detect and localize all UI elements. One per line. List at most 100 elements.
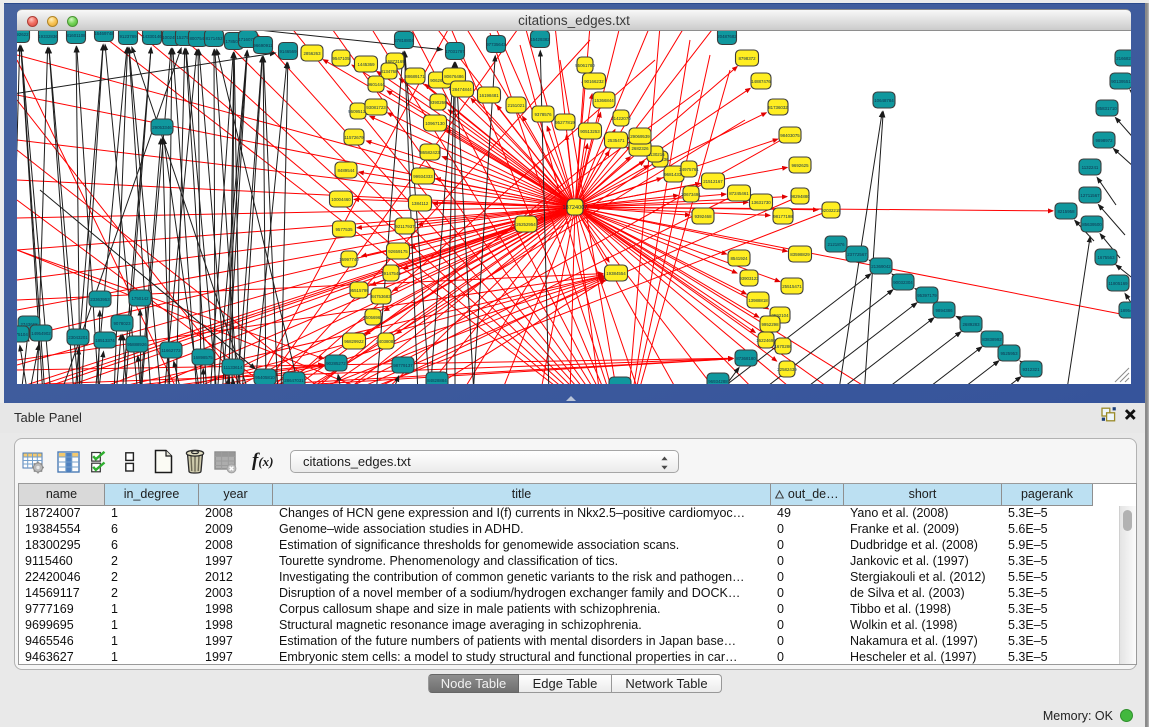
svg-text:9390266: 9390266 <box>429 100 447 105</box>
svg-text:1750142: 1750142 <box>131 296 149 301</box>
svg-text:1445369: 1445369 <box>357 62 375 67</box>
svg-text:16469748: 16469748 <box>94 31 114 36</box>
svg-text:22582439: 22582439 <box>777 367 797 372</box>
svg-text:21422070: 21422070 <box>611 116 631 121</box>
svg-text:16997740: 16997740 <box>339 257 359 262</box>
svg-text:13988818: 13988818 <box>748 298 768 303</box>
svg-text:9692625: 9692625 <box>791 163 809 168</box>
svg-text:23363953: 23363953 <box>90 297 110 302</box>
svg-text:10648784: 10648784 <box>874 98 894 103</box>
svg-text:15429382: 15429382 <box>530 37 550 42</box>
svg-text:9952298: 9952298 <box>761 322 779 327</box>
svg-text:2682326: 2682326 <box>631 146 649 151</box>
svg-text:95975104: 95975104 <box>17 332 28 337</box>
svg-text:85639500: 85639500 <box>1082 222 1102 227</box>
svg-text:99934333: 99934333 <box>413 174 433 179</box>
svg-text:86582423: 86582423 <box>420 150 440 155</box>
svg-text:95515799: 95515799 <box>349 288 369 293</box>
svg-text:80676486: 80676486 <box>444 74 464 79</box>
svg-text:13631730: 13631730 <box>751 200 771 205</box>
svg-text:92117937: 92117937 <box>395 224 415 229</box>
svg-text:14887476: 14887476 <box>751 79 771 84</box>
svg-text:14330146: 14330146 <box>142 34 162 39</box>
svg-text:17031797: 17031797 <box>445 49 465 54</box>
svg-text:19332836: 19332836 <box>38 34 58 39</box>
svg-text:9894386: 9894386 <box>935 308 953 313</box>
svg-text:9392468: 9392468 <box>694 214 712 219</box>
svg-text:18513374: 18513374 <box>95 338 115 343</box>
svg-text:93081723: 93081723 <box>366 105 386 110</box>
svg-text:83838992: 83838992 <box>982 337 1002 342</box>
svg-text:20673491: 20673491 <box>681 192 701 197</box>
svg-text:25515471: 25515471 <box>782 284 802 289</box>
svg-text:8792622: 8792622 <box>17 32 29 37</box>
svg-text:27818804: 27818804 <box>394 38 414 43</box>
svg-text:21512167: 21512167 <box>703 179 723 184</box>
svg-text:95397179: 95397179 <box>917 293 937 298</box>
svg-text:94038082: 94038082 <box>376 339 396 344</box>
svg-text:96934288: 96934288 <box>708 379 728 384</box>
svg-text:16198481: 16198481 <box>479 93 499 98</box>
svg-text:9146569: 9146569 <box>279 49 297 54</box>
svg-text:8489544: 8489544 <box>337 168 355 173</box>
svg-text:11805169: 11805169 <box>1108 281 1128 286</box>
svg-text:11133614: 11133614 <box>224 365 243 370</box>
svg-text:8215958: 8215958 <box>1057 209 1075 214</box>
svg-text:28647031: 28647031 <box>284 378 304 383</box>
svg-text:92659175: 92659175 <box>388 249 408 254</box>
svg-text:93903123: 93903123 <box>739 276 759 281</box>
svg-text:12711567: 12711567 <box>1080 193 1100 198</box>
svg-text:98177198: 98177198 <box>773 214 793 219</box>
svg-text:2151021: 2151021 <box>507 103 525 108</box>
svg-text:11572679: 11572679 <box>344 135 364 140</box>
svg-text:16898575: 16898575 <box>193 355 213 360</box>
svg-text:8134768: 8134768 <box>380 69 398 74</box>
svg-text:28474844: 28474844 <box>452 87 472 92</box>
svg-text:19147542: 19147542 <box>381 271 401 276</box>
svg-text:18954412: 18954412 <box>1120 308 1131 313</box>
svg-text:11662773: 11662773 <box>161 348 181 353</box>
svg-text:81601108: 81601108 <box>66 33 86 38</box>
svg-text:2856263: 2856263 <box>303 51 321 56</box>
svg-text:1132241: 1132241 <box>1082 165 1099 170</box>
svg-text:2535471: 2535471 <box>607 138 625 143</box>
svg-text:15366844: 15366844 <box>594 98 614 103</box>
svg-text:95888926: 95888926 <box>127 342 147 347</box>
svg-text:9898972: 9898972 <box>1095 138 1113 143</box>
svg-text:9525953: 9525953 <box>1000 351 1018 356</box>
svg-text:26252954: 26252954 <box>516 222 536 227</box>
svg-text:98403075: 98403075 <box>780 133 800 138</box>
svg-text:85831710: 85831710 <box>1097 106 1117 111</box>
svg-text:88689171: 88689171 <box>405 74 425 79</box>
svg-text:20487682: 20487682 <box>717 34 737 39</box>
svg-text:92032215: 92032215 <box>821 208 841 213</box>
svg-text:87368180: 87368180 <box>736 356 756 361</box>
svg-text:9123789: 9123789 <box>119 34 137 39</box>
svg-text:9078023: 9078023 <box>113 321 131 326</box>
svg-text:21668236: 21668236 <box>1116 56 1131 61</box>
svg-text:2121876: 2121876 <box>827 242 845 247</box>
svg-text:95061780: 95061780 <box>575 63 595 68</box>
svg-text:96829922: 96829922 <box>344 339 364 344</box>
svg-text:9577535: 9577535 <box>335 227 353 232</box>
svg-text:29053346: 29053346 <box>152 125 172 130</box>
svg-text:19384554: 19384554 <box>606 271 626 276</box>
svg-text:90032304: 90032304 <box>893 280 913 285</box>
svg-text:90285272: 90285272 <box>326 361 346 366</box>
svg-text:14954902: 14954902 <box>31 331 51 336</box>
svg-text:21369042: 21369042 <box>871 264 891 269</box>
svg-text:90166232: 90166232 <box>584 79 604 84</box>
svg-text:23772567: 23772567 <box>847 252 867 257</box>
svg-text:1384112: 1384112 <box>412 201 429 206</box>
svg-text:10967130: 10967130 <box>425 121 445 126</box>
svg-text:84753683: 84753683 <box>371 294 391 299</box>
svg-text:1670286: 1670286 <box>774 344 792 349</box>
svg-text:98294880: 98294880 <box>790 194 810 199</box>
svg-text:29069539: 29069539 <box>630 134 650 139</box>
svg-text:96690911: 96690911 <box>253 43 273 48</box>
svg-text:98779137: 98779137 <box>393 363 413 368</box>
svg-text:9601444: 9601444 <box>367 82 385 87</box>
svg-text:90139551: 90139551 <box>1111 79 1131 84</box>
svg-text:95405810: 95405810 <box>255 375 275 380</box>
svg-text:81736032: 81736032 <box>768 105 788 110</box>
